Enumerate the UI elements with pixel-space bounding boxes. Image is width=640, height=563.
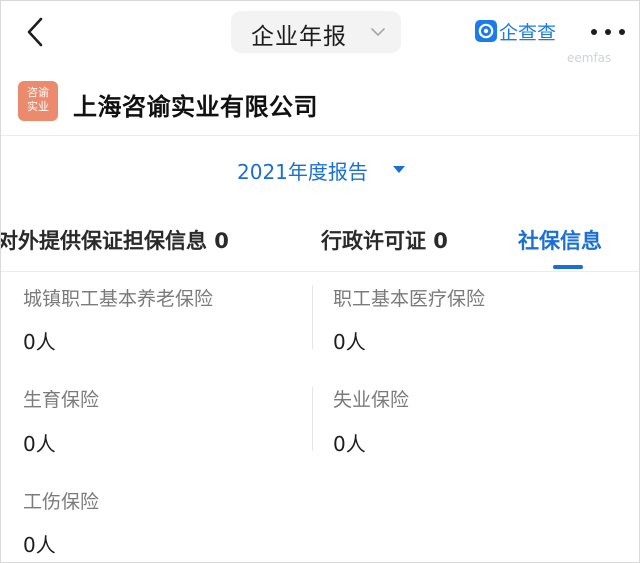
company-logo-line2: 实业 [27, 100, 49, 113]
report-type-selector[interactable]: 企业年报 [231, 11, 401, 53]
caret-down-icon [393, 166, 405, 173]
tab-social-insurance[interactable]: 社保信息 [518, 225, 602, 255]
maternity-insurance-label: 生育保险 [23, 389, 100, 411]
company-name: 上海咨谕实业有限公司 [73, 93, 318, 121]
unemployment-insurance-label: 失业保险 [333, 389, 410, 411]
medical-insurance-value: 0人 [333, 330, 366, 354]
watermark: eemfas [567, 51, 612, 65]
medical-insurance-label: 职工基本医疗保险 [333, 288, 486, 310]
tab-guarantee-info[interactable]: 对外提供保证担保信息 0 [1, 225, 229, 255]
divider [1, 135, 639, 136]
unemployment-insurance-value: 0人 [333, 432, 366, 456]
active-tab-indicator [553, 265, 583, 269]
brand-name: 企查查 [499, 22, 557, 44]
tabs-divider [1, 271, 639, 272]
top-nav: 企业年报 企查查 eemfas [1, 1, 639, 65]
pension-insurance-label: 城镇职工基本养老保险 [23, 288, 214, 310]
tab-admin-license[interactable]: 行政许可证 0 [321, 225, 448, 255]
app-frame: 企业年报 企查查 eemfas 咨谕 实业 上海咨谕实业有限公司 2021年度报… [0, 0, 640, 563]
column-separator [312, 285, 313, 349]
more-options-button[interactable] [591, 29, 631, 37]
injury-insurance-label: 工伤保险 [23, 491, 100, 513]
report-year-dropdown[interactable]: 2021年度报告 [237, 156, 405, 184]
column-separator [312, 387, 313, 451]
more-dot-icon [591, 29, 597, 35]
more-dot-icon [605, 29, 611, 35]
pension-insurance-value: 0人 [23, 330, 56, 354]
chevron-left-icon [27, 17, 43, 47]
more-dot-icon [619, 29, 625, 35]
back-button[interactable] [23, 15, 49, 49]
company-logo-line1: 咨谕 [27, 86, 49, 99]
qichacha-logo-icon [475, 20, 497, 42]
injury-insurance-value: 0人 [23, 533, 56, 557]
company-logo: 咨谕 实业 [18, 81, 58, 121]
chevron-down-icon [371, 28, 385, 36]
page-title: 企业年报 [251, 24, 347, 50]
maternity-insurance-value: 0人 [23, 432, 56, 456]
report-year-label: 2021年度报告 [237, 160, 368, 184]
